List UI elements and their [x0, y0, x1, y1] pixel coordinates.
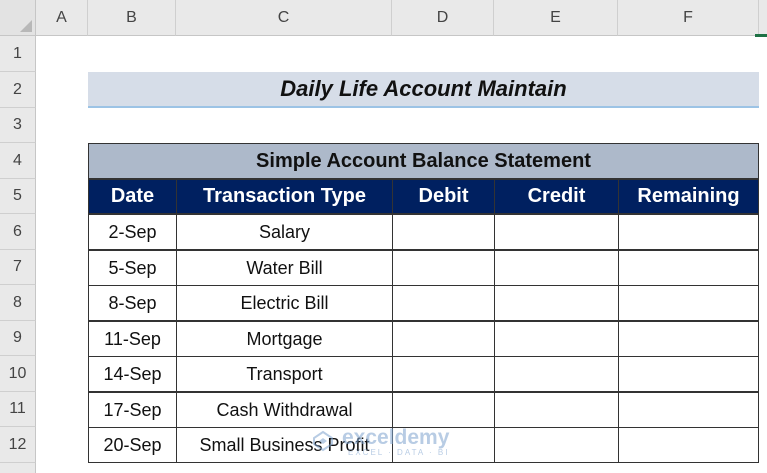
row-header-13-partial[interactable] — [0, 463, 36, 473]
row-header-9[interactable]: 9 — [0, 321, 36, 356]
row-header-12[interactable]: 12 — [0, 427, 36, 463]
header-remaining[interactable]: Remaining — [618, 179, 759, 214]
watermark-name: exceldemy — [342, 426, 450, 449]
cell-remaining[interactable] — [618, 214, 759, 250]
cell-date[interactable]: 20-Sep — [88, 427, 177, 463]
cell-credit[interactable] — [494, 321, 619, 357]
column-header-c[interactable]: C — [176, 0, 392, 36]
cell-credit[interactable] — [494, 214, 619, 250]
cell-date[interactable]: 17-Sep — [88, 392, 177, 428]
header-transaction[interactable]: Transaction Type — [176, 179, 393, 214]
row-header-6[interactable]: 6 — [0, 214, 36, 250]
cell-debit[interactable] — [392, 250, 495, 286]
cell-remaining[interactable] — [618, 250, 759, 286]
cell-debit[interactable] — [392, 356, 495, 392]
row-header-5[interactable]: 5 — [0, 179, 36, 214]
cell-remaining[interactable] — [618, 321, 759, 357]
cell-credit[interactable] — [494, 392, 619, 428]
column-header-a[interactable]: A — [36, 0, 88, 36]
row-header-1[interactable]: 1 — [0, 36, 36, 72]
row-header-10[interactable]: 10 — [0, 356, 36, 392]
header-debit[interactable]: Debit — [392, 179, 495, 214]
cell-debit[interactable] — [392, 285, 495, 321]
cell-credit[interactable] — [494, 250, 619, 286]
cell-debit[interactable] — [392, 321, 495, 357]
column-header-g-partial[interactable] — [759, 0, 767, 36]
column-header-f[interactable]: F — [618, 0, 759, 36]
exceldemy-logo-icon — [313, 430, 333, 452]
cell-remaining[interactable] — [618, 285, 759, 321]
watermark-tagline: EXCEL · DATA · BI — [348, 448, 450, 457]
column-header-d[interactable]: D — [392, 0, 494, 36]
row-header-2[interactable]: 2 — [0, 72, 36, 108]
cell-date[interactable]: 2-Sep — [88, 214, 177, 250]
cell-debit[interactable] — [392, 392, 495, 428]
column-header-b[interactable]: B — [88, 0, 176, 36]
cell-remaining[interactable] — [618, 427, 759, 463]
cell-transaction[interactable]: Electric Bill — [176, 285, 393, 321]
cell-transaction[interactable]: Water Bill — [176, 250, 393, 286]
cell-transaction[interactable]: Salary — [176, 214, 393, 250]
cell-remaining[interactable] — [618, 392, 759, 428]
exceldemy-watermark: exceldemy EXCEL · DATA · BI — [312, 424, 462, 460]
cell-debit[interactable] — [392, 214, 495, 250]
cell-transaction[interactable]: Cash Withdrawal — [176, 392, 393, 428]
cell-credit[interactable] — [494, 427, 619, 463]
row-header-11[interactable]: 11 — [0, 392, 36, 427]
select-all-corner[interactable] — [0, 0, 36, 36]
cell-date[interactable]: 14-Sep — [88, 356, 177, 392]
cell-date[interactable]: 11-Sep — [88, 321, 177, 357]
cell-remaining[interactable] — [618, 356, 759, 392]
header-credit[interactable]: Credit — [494, 179, 619, 214]
cell-transaction[interactable]: Mortgage — [176, 321, 393, 357]
row-header-3[interactable]: 3 — [0, 108, 36, 143]
cell-date[interactable]: 5-Sep — [88, 250, 177, 286]
sheet-title[interactable]: Daily Life Account Maintain — [88, 72, 759, 108]
cell-date[interactable]: 8-Sep — [88, 285, 177, 321]
statement-heading[interactable]: Simple Account Balance Statement — [88, 143, 759, 179]
header-date[interactable]: Date — [88, 179, 177, 214]
cell-credit[interactable] — [494, 285, 619, 321]
cell-credit[interactable] — [494, 356, 619, 392]
cell-transaction[interactable]: Transport — [176, 356, 393, 392]
row-header-4[interactable]: 4 — [0, 143, 36, 179]
row-header-8[interactable]: 8 — [0, 285, 36, 321]
row-header-7[interactable]: 7 — [0, 250, 36, 285]
column-header-e[interactable]: E — [494, 0, 618, 36]
selection-indicator — [755, 34, 767, 37]
